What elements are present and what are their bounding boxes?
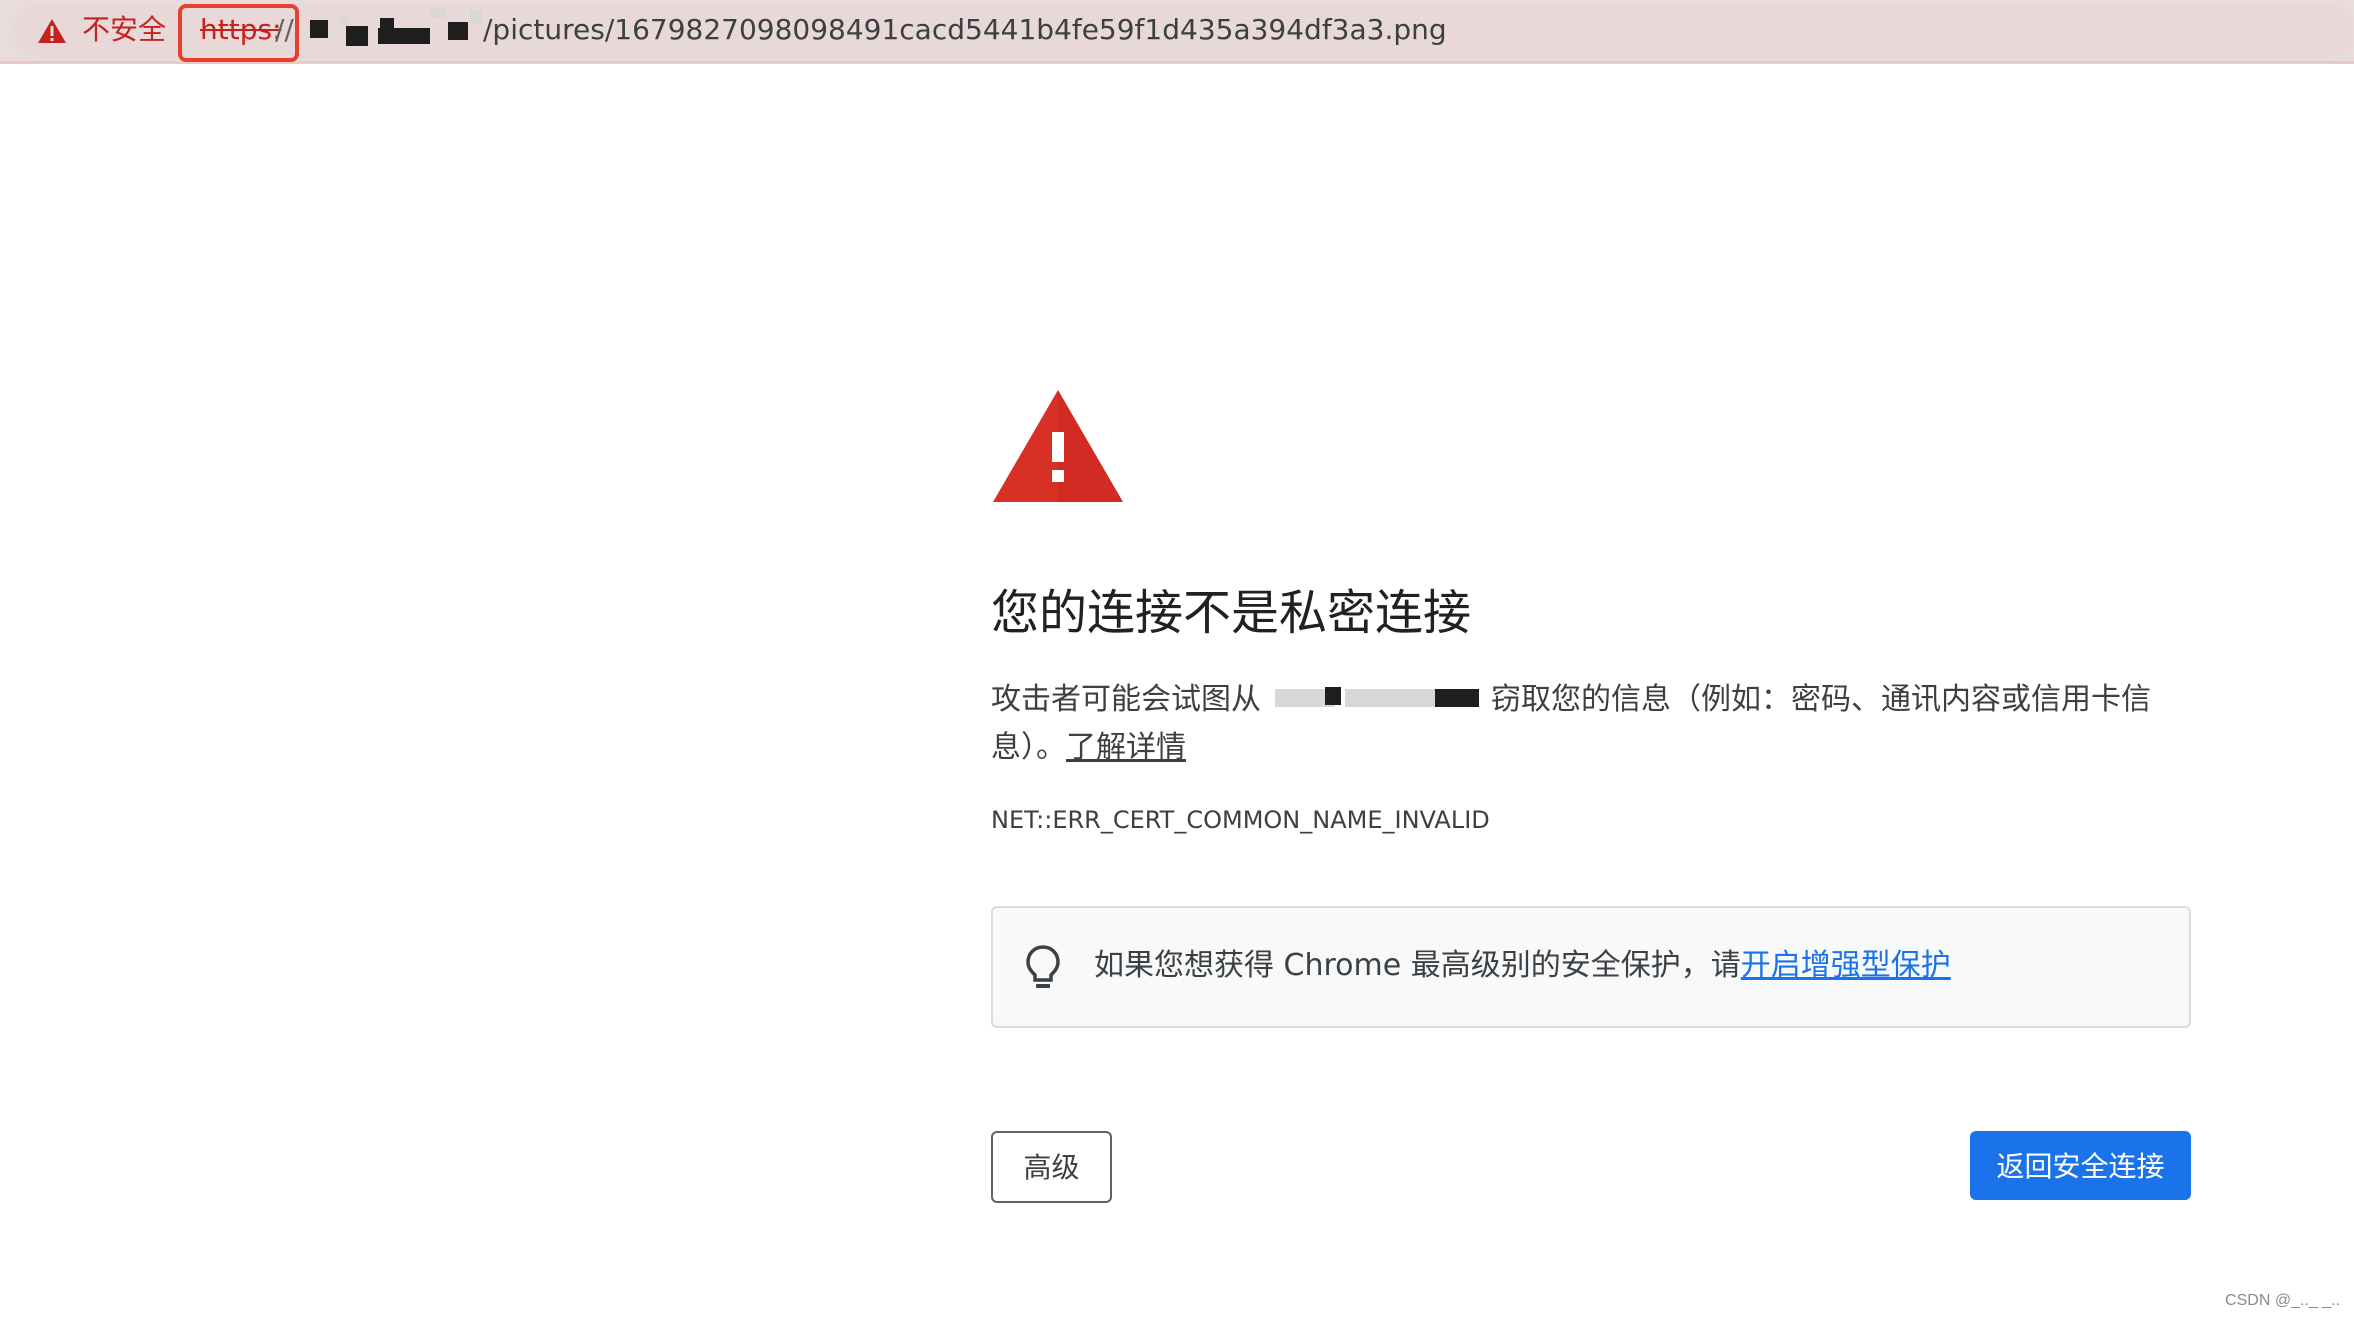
- description-line2: 息）。: [991, 730, 1066, 765]
- description-suffix: 窃取您的信息（例如：密码、通讯内容或信用卡信: [1491, 682, 2151, 717]
- url-scheme: https:: [200, 13, 282, 46]
- description-prefix: 攻击者可能会试图从: [991, 682, 1261, 717]
- redacted-host: [1273, 683, 1483, 713]
- error-code: NET::ERR_CERT_COMMON_NAME_INVALID: [991, 806, 1490, 834]
- security-status-label[interactable]: 不安全: [82, 10, 166, 50]
- learn-more-link[interactable]: 了解详情: [1066, 730, 1186, 765]
- url-path: /pictures/1679827098098491cacd5441b4fe59…: [483, 13, 1447, 46]
- warning-triangle-icon[interactable]: [37, 17, 67, 45]
- advanced-button[interactable]: 高级: [991, 1131, 1112, 1203]
- enable-enhanced-protection-link[interactable]: 开启增强型保护: [1741, 948, 1951, 983]
- back-to-safety-button[interactable]: 返回安全连接: [1970, 1131, 2191, 1200]
- url-scheme-separator: //: [275, 13, 294, 46]
- protection-message: 如果您想获得 Chrome 最高级别的安全保护，请开启增强型保护: [1094, 944, 1951, 988]
- enhanced-protection-banner: 如果您想获得 Chrome 最高级别的安全保护，请开启增强型保护: [991, 906, 2191, 1028]
- warning-triangle-icon: [993, 390, 1123, 502]
- address-bar: 不安全 https: // /pictures/1679827098098491…: [0, 0, 2354, 64]
- page-title: 您的连接不是私密连接: [991, 585, 1472, 641]
- protection-text: 如果您想获得 Chrome 最高级别的安全保护，请: [1094, 948, 1741, 983]
- watermark: CSDN @_.._ _..: [2225, 1292, 2340, 1309]
- lightbulb-icon: [1026, 945, 1060, 988]
